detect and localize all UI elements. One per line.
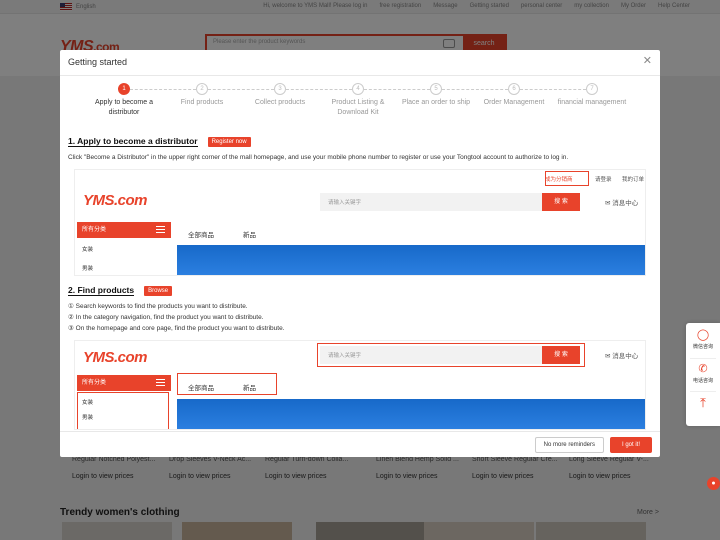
chat-bubble-icon[interactable]: ● [707, 477, 720, 490]
shot2-category-label: 所有分类 [82, 380, 107, 386]
section2-line: ① Search keywords to find the products y… [68, 303, 248, 310]
shot1-category: 所有分类 [77, 222, 171, 238]
phone-icon: ✆ [698, 363, 708, 375]
register-now-button[interactable]: Register now [207, 136, 251, 147]
float-service-bar: ◯ 微信咨询 ✆ 电话咨询 ⤒ [686, 323, 720, 426]
getting-started-modal: Getting started ✕ 1 Apply to become a dis… [60, 50, 660, 457]
shot1-search: 请输入关键字 搜 索 [320, 193, 580, 211]
step-label: Find products [180, 99, 224, 106]
modal-header: Getting started ✕ [60, 50, 660, 76]
shot2-logo: YMS.com [83, 349, 148, 366]
phone-consult-button[interactable]: ✆ 电话咨询 [686, 363, 720, 384]
section1-text: Click "Become a Distributor" in the uppe… [68, 154, 569, 161]
step-number: 6 [508, 83, 520, 95]
step-label: Place an order to ship [401, 99, 471, 106]
got-it-button[interactable]: I got it! [610, 437, 652, 453]
shot2-message-center: ✉ 消息中心 [605, 353, 639, 360]
shot1-orders: 我的订单 [622, 177, 645, 183]
menu-icon [156, 379, 165, 386]
menu-icon [156, 226, 165, 233]
browse-button[interactable]: Browse [144, 285, 173, 296]
screenshot-find-products: YMS.com 请输入关键字 搜 索 ✉ 消息中心 所有分类 女装 男装 全部商… [74, 340, 646, 430]
highlight-box [77, 392, 169, 429]
wechat-consult-label: 微信咨询 [692, 344, 713, 350]
highlight-box [545, 171, 589, 186]
step-label: Collect products [254, 99, 306, 106]
shot1-logo: YMS.com [83, 192, 148, 209]
shot2-message-label: 消息中心 [612, 353, 639, 360]
back-to-top-icon: ⤒ [700, 395, 706, 410]
step-3[interactable]: 3 Collect products [240, 83, 320, 108]
step-label: Product Listing & Download Kit [331, 99, 385, 116]
highlight-box [317, 343, 585, 367]
highlight-box [177, 373, 277, 395]
step-number: 4 [352, 83, 364, 95]
step-number: 2 [196, 83, 208, 95]
step-label: Order Management [483, 99, 545, 106]
modal-footer: No more reminders I got it! [60, 431, 660, 457]
step-number: 7 [586, 83, 598, 95]
step-number: 1 [118, 83, 130, 95]
shot1-category-label: 所有分类 [82, 227, 107, 233]
shot1-login: 请登录 [595, 177, 612, 183]
shot1-search-placeholder: 请输入关键字 [328, 200, 362, 206]
phone-consult-label: 电话咨询 [692, 378, 713, 384]
modal-title: Getting started [68, 57, 128, 67]
step-7[interactable]: 7 financial management [552, 83, 632, 108]
step-6[interactable]: 6 Order Management [474, 83, 554, 108]
close-icon[interactable]: ✕ [643, 55, 652, 67]
step-5[interactable]: 5 Place an order to ship [396, 83, 476, 108]
screenshot-homepage: 成为分销商 请登录 我的订单 YMS.com 请输入关键字 搜 索 ✉ 消息中心… [74, 169, 646, 276]
divider [690, 358, 716, 359]
step-number: 5 [430, 83, 442, 95]
no-more-reminders-button[interactable]: No more reminders [534, 437, 604, 453]
wechat-consult-button[interactable]: ◯ 微信咨询 [686, 329, 720, 350]
shot2-category: 所有分类 [77, 375, 171, 391]
section2-heading: 2. Find products [68, 285, 135, 296]
step-1[interactable]: 1 Apply to become a distributor [84, 83, 164, 118]
step-label: financial management [557, 99, 627, 106]
wechat-icon: ◯ [696, 329, 710, 341]
shot1-nav-all: 全部商品 [188, 232, 214, 239]
shot1-sub-item: 女装 [82, 247, 94, 253]
shot1-message-label: 消息中心 [612, 200, 639, 207]
section2-line: ③ On the homepage and core page, find th… [68, 325, 285, 332]
section2-header: 2. Find products Browse [68, 285, 173, 296]
step-2[interactable]: 2 Find products [162, 83, 242, 108]
step-number: 3 [274, 83, 286, 95]
section1-heading: 1. Apply to become a distributor [68, 136, 198, 147]
step-label: Apply to become a distributor [95, 99, 153, 116]
shot2-banner [177, 399, 645, 429]
step-4[interactable]: 4 Product Listing & Download Kit [318, 83, 398, 118]
section1-header: 1. Apply to become a distributor Registe… [68, 136, 251, 147]
steps-progress: 1 Apply to become a distributor 2 Find pro… [60, 83, 660, 123]
shot1-sub-item: 男装 [82, 266, 94, 272]
section2-line: ② In the category navigation, find the p… [68, 314, 264, 321]
modal-content: 1. Apply to become a distributor Registe… [60, 130, 660, 430]
divider [690, 391, 716, 392]
back-to-top-button[interactable]: ⤒ [686, 395, 720, 411]
shot1-nav-new: 新品 [243, 232, 256, 239]
shot1-message-center: ✉ 消息中心 [605, 200, 639, 207]
shot1-banner [177, 245, 645, 275]
shot1-search-button: 搜 索 [542, 193, 580, 211]
